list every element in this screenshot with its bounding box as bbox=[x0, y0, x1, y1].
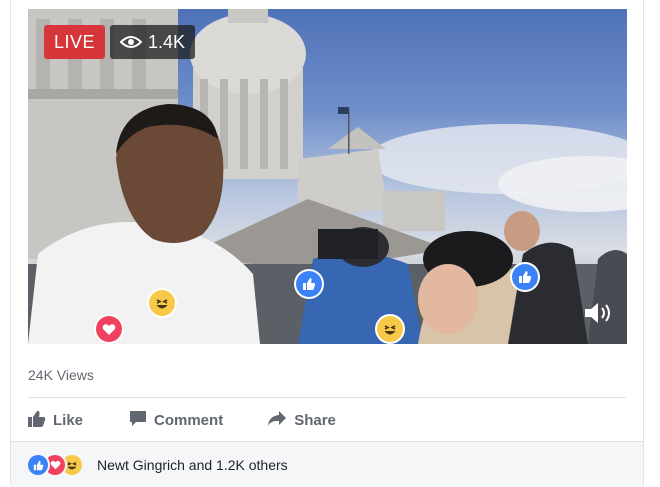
like-button[interactable]: Like bbox=[28, 406, 83, 434]
volume-icon[interactable] bbox=[583, 300, 617, 326]
viewer-count: 1.4K bbox=[148, 32, 186, 52]
view-count: 24K Views bbox=[28, 367, 94, 383]
like-label: Like bbox=[53, 411, 84, 429]
video-post-card: LIVE 1.4K 24K Views Like Comment Share N… bbox=[10, 0, 644, 487]
share-label: Share bbox=[294, 411, 336, 429]
reactions-summary-text: Newt Gingrich and 1.2K others bbox=[97, 457, 288, 473]
like-reaction-icon bbox=[296, 271, 322, 297]
love-reaction-icon bbox=[96, 316, 122, 342]
comment-button[interactable]: Comment bbox=[129, 406, 223, 434]
live-badge: LIVE bbox=[44, 25, 106, 59]
thumbs-up-icon bbox=[28, 410, 46, 431]
eye-icon bbox=[120, 35, 142, 49]
haha-reaction-icon bbox=[62, 455, 82, 475]
like-reaction-icon bbox=[512, 264, 538, 290]
live-video-player[interactable]: LIVE 1.4K bbox=[28, 9, 627, 344]
video-frame-image bbox=[28, 9, 627, 344]
share-arrow-icon bbox=[267, 410, 287, 431]
reaction-icons bbox=[28, 455, 94, 475]
comment-icon bbox=[129, 410, 147, 431]
haha-reaction-icon bbox=[149, 290, 175, 316]
reactions-summary[interactable]: Newt Gingrich and 1.2K others bbox=[11, 441, 643, 487]
haha-reaction-icon bbox=[377, 316, 403, 342]
love-reaction-icon bbox=[45, 455, 65, 475]
divider bbox=[28, 397, 626, 398]
viewer-count-badge: 1.4K bbox=[110, 25, 196, 59]
share-button[interactable]: Share bbox=[267, 406, 336, 434]
post-actions: Like Comment Share bbox=[28, 406, 336, 434]
like-reaction-icon bbox=[28, 455, 48, 475]
comment-label: Comment bbox=[154, 411, 224, 429]
